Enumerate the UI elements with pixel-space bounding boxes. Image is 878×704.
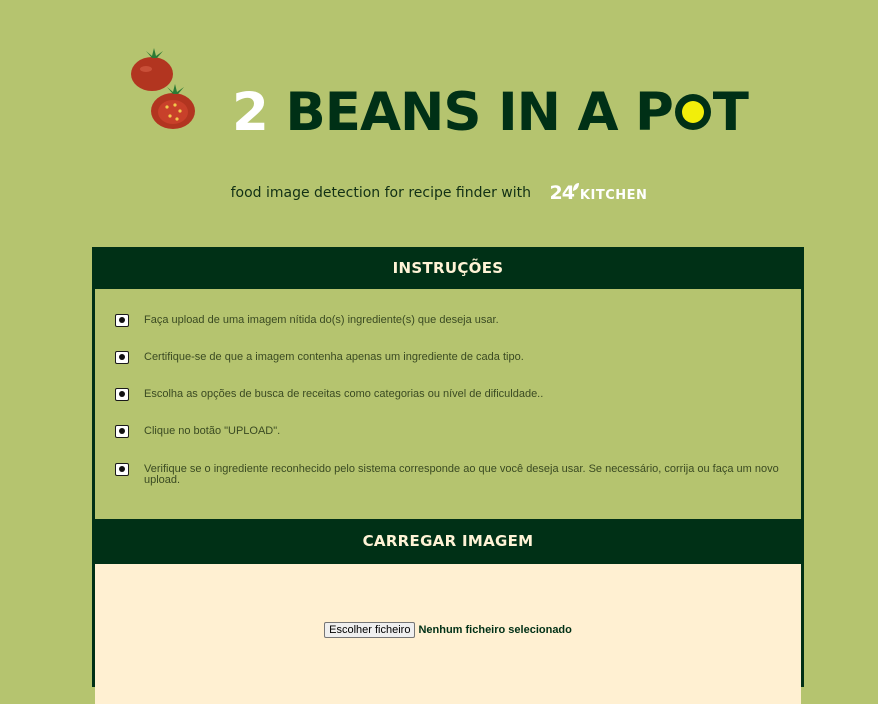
leaf-icon	[572, 183, 579, 191]
instruction-text: Verifique se o ingrediente reconhecido p…	[144, 463, 779, 486]
tagline: food image detection for recipe finder w…	[0, 182, 878, 204]
upload-area: Escolher ficheiro Nenhum ficheiro selecio…	[95, 564, 801, 704]
logo-end: T	[712, 82, 749, 143]
bullet-icon	[115, 425, 129, 438]
tagline-text: food image detection for recipe finder w…	[230, 185, 532, 201]
site-title: 2 BEANS IN A P T	[232, 82, 749, 143]
upload-title: CARREGAR IMAGEM	[362, 532, 534, 550]
logo-words: BEANS IN A P	[285, 82, 673, 143]
partner-logo: 24 KITCHEN	[549, 182, 647, 204]
tomato-icon	[131, 48, 195, 129]
partner-name: KITCHEN	[579, 188, 648, 203]
pot-lid-icon	[673, 86, 713, 134]
instruction-text: Faça upload de uma imagem nítida do(s) i…	[144, 314, 499, 326]
bullet-icon	[115, 314, 129, 327]
site-logo: 2 BEANS IN A P T	[130, 45, 770, 145]
bullet-icon	[115, 463, 129, 476]
instructions-title: INSTRUÇÕES	[392, 259, 504, 277]
file-status-text: Nenhum ficheiro selecionado	[418, 624, 572, 636]
instruction-text: Certifique-se de que a imagem contenha a…	[144, 351, 524, 363]
partner-number: 24	[549, 182, 574, 204]
instructions-list: Faça upload de uma imagem nítida do(s) i…	[95, 289, 801, 519]
bullet-icon	[115, 351, 129, 364]
logo-number: 2	[232, 82, 269, 143]
file-input: Escolher ficheiro Nenhum ficheiro selecio…	[95, 622, 801, 638]
main-panel: INSTRUÇÕES Faça upload de uma imagem nít…	[92, 247, 804, 704]
bullet-icon	[115, 388, 129, 401]
choose-file-button[interactable]: Escolher ficheiro	[324, 622, 416, 638]
instruction-text: Escolha as opções de busca de receitas c…	[144, 388, 544, 400]
instruction-text: Clique no botão "UPLOAD".	[144, 425, 281, 437]
